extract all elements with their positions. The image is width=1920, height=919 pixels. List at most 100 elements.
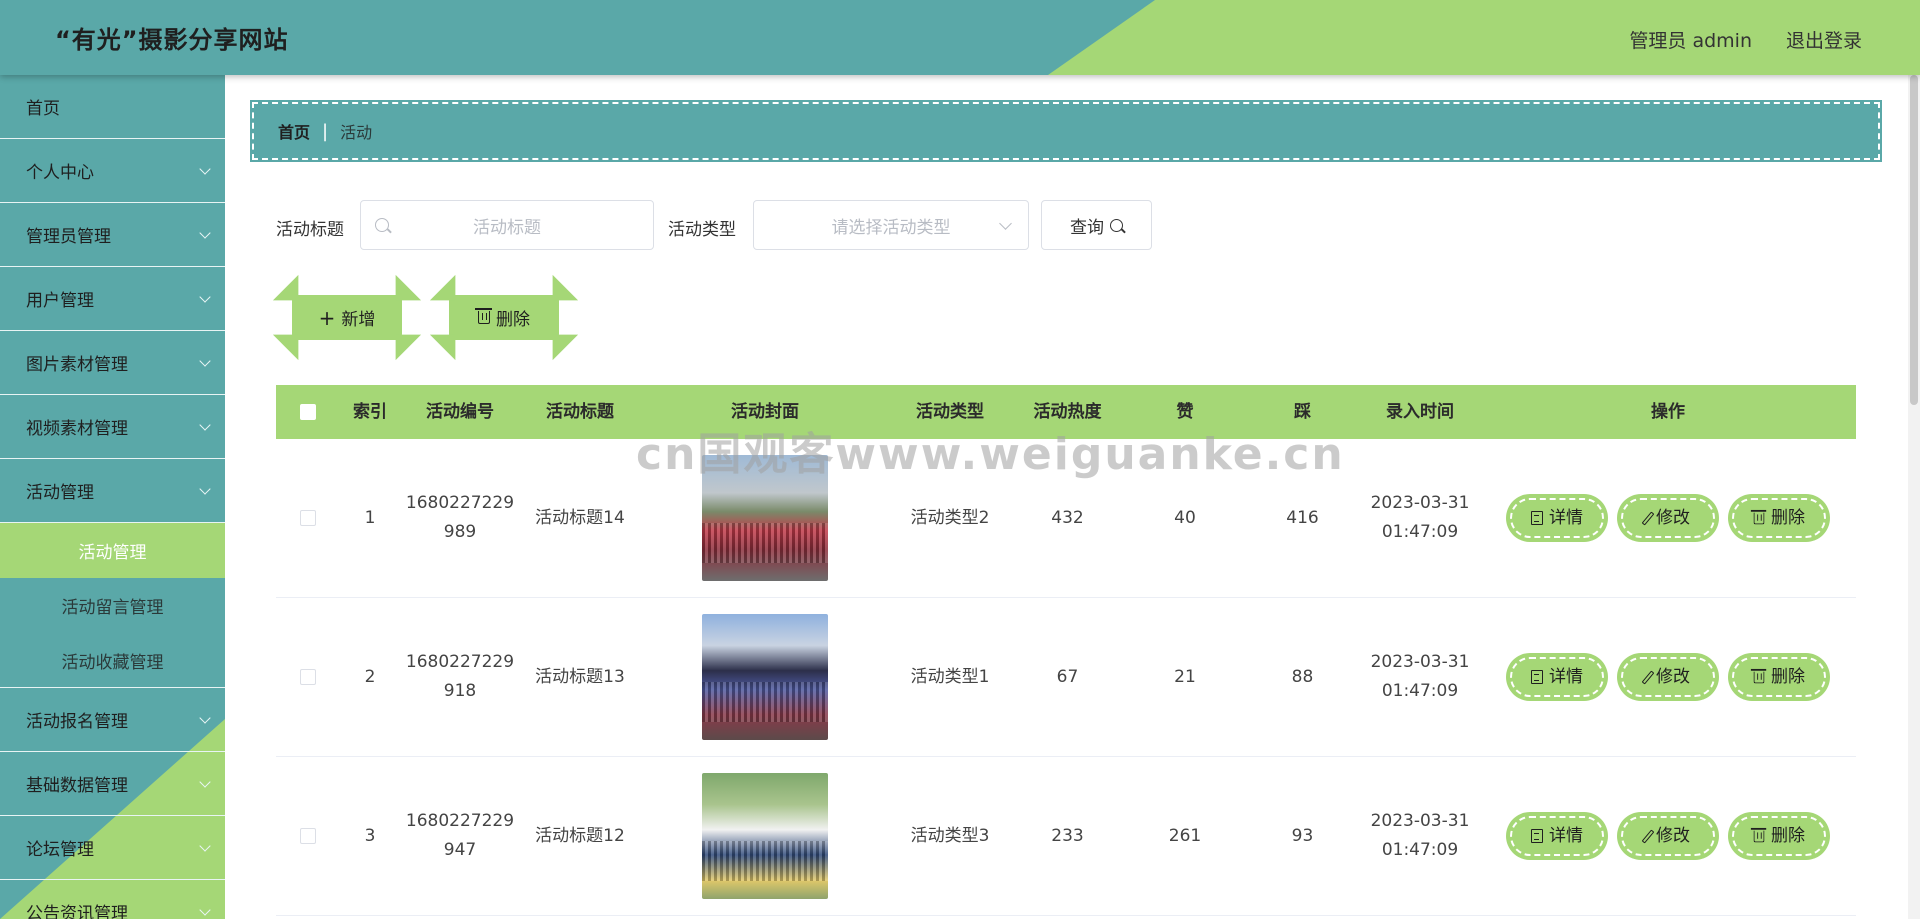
- breadcrumb-home[interactable]: 首页: [278, 119, 310, 143]
- type-select-placeholder: 请选择活动类型: [831, 217, 951, 238]
- sidebar-subitem-activity-messages[interactable]: 活动留言管理: [0, 578, 225, 633]
- title-search-input[interactable]: 活动标题: [360, 200, 654, 250]
- edit-button[interactable]: 修改: [1619, 814, 1717, 858]
- corner-decoration: [382, 274, 422, 314]
- plus-icon: +: [318, 305, 336, 330]
- sidebar-subitem-label: 活动管理: [78, 543, 147, 563]
- activity-hot: 67: [1056, 666, 1079, 687]
- sidebar-item-label: 活动管理: [26, 483, 94, 503]
- chevron-down-icon: [199, 163, 211, 175]
- delete-button[interactable]: 删除: [1730, 655, 1828, 699]
- column-header: 踩: [1294, 401, 1311, 422]
- activity-number: 1680227229 989: [400, 489, 520, 547]
- corner-decoration: [429, 321, 469, 361]
- sidebar-item-user-management[interactable]: 用户管理: [0, 267, 225, 331]
- activity-likes: 261: [1168, 825, 1202, 846]
- sidebar-item-label: 视频素材管理: [26, 419, 128, 439]
- type-select[interactable]: 请选择活动类型: [753, 200, 1029, 250]
- row-checkbox[interactable]: [300, 669, 316, 685]
- search-icon: [1110, 218, 1123, 232]
- scrollbar-thumb[interactable]: [1910, 75, 1918, 405]
- column-header: 活动类型: [916, 401, 984, 422]
- sidebar-item-activity-signup[interactable]: 活动报名管理: [0, 688, 225, 752]
- detail-label: 详情: [1549, 825, 1583, 846]
- sidebar-item-base-data[interactable]: 基础数据管理: [0, 752, 225, 816]
- sidebar-item-label: 图片素材管理: [26, 355, 128, 375]
- sidebar-item-activity-management[interactable]: 活动管理: [0, 459, 225, 523]
- entry-time: 2023-03-31 01:47:09: [1360, 648, 1480, 706]
- logout-link[interactable]: 退出登录: [1786, 26, 1862, 53]
- sidebar-item-admin-management[interactable]: 管理员管理: [0, 203, 225, 267]
- column-header: 活动编号: [426, 401, 494, 422]
- sidebar-item-label: 公告资讯管理: [26, 904, 128, 919]
- activity-type: 活动类型1: [910, 666, 990, 687]
- sidebar-item-label: 活动报名管理: [26, 712, 128, 732]
- sidebar-item-label: 基础数据管理: [26, 776, 128, 796]
- edit-button[interactable]: 修改: [1619, 496, 1717, 540]
- activity-number-line: 1680227229: [405, 493, 515, 514]
- corner-decoration: [539, 274, 579, 314]
- user-label: 管理员 admin: [1629, 30, 1752, 52]
- row-actions: 详情 修改 删除: [1480, 814, 1856, 858]
- entry-date: 2023-03-31: [1370, 652, 1470, 673]
- sidebar-item-personal-center[interactable]: 个人中心: [0, 139, 225, 203]
- activity-likes: 21: [1174, 666, 1196, 687]
- delete-label: 删除: [1771, 666, 1805, 687]
- query-button[interactable]: 查询: [1041, 200, 1152, 250]
- activity-likes: 40: [1174, 507, 1196, 528]
- sidebar-item-home[interactable]: 首页: [0, 75, 225, 139]
- sidebar-item-forum[interactable]: 论坛管理: [0, 816, 225, 880]
- detail-button[interactable]: 详情: [1508, 496, 1606, 540]
- activity-dislikes: 416: [1286, 507, 1319, 528]
- edit-label: 修改: [1656, 507, 1690, 528]
- entry-time: 2023-03-31 01:47:09: [1360, 489, 1480, 547]
- add-button[interactable]: + 新增: [272, 274, 422, 361]
- sidebar-item-announcements[interactable]: 公告资讯管理: [0, 880, 225, 919]
- sidebar-subitem-activity[interactable]: 活动管理: [0, 523, 225, 578]
- table-row: 3 1680227229 947 活动标题12 活动类型3 233 261 93…: [276, 757, 1856, 916]
- delete-button-label: 删除: [496, 310, 530, 330]
- breadcrumb-current: 活动: [340, 123, 373, 142]
- activity-number: 1680227229 918: [400, 648, 520, 706]
- delete-label: 删除: [1771, 507, 1805, 528]
- activity-title: 活动标题13: [535, 666, 625, 687]
- activity-number-line: 1680227229: [405, 652, 515, 673]
- table-header: 索引 活动编号 活动标题 活动封面 活动类型 活动热度 赞 踩 录入时间 操作: [276, 385, 1856, 439]
- activity-dislikes: 88: [1291, 666, 1314, 687]
- chevron-down-icon: [199, 840, 211, 852]
- sidebar: 首页 个人中心 管理员管理 用户管理 图片素材管理 视频素材管理 活动管理 活动…: [0, 75, 225, 919]
- column-header: 活动标题: [546, 401, 614, 422]
- entry-date: 2023-03-31: [1370, 493, 1470, 514]
- search-icon: [375, 218, 389, 232]
- trash-icon: [1750, 827, 1767, 842]
- row-actions: 详情 修改 删除: [1480, 655, 1856, 699]
- activity-number: 1680227229 947: [400, 807, 520, 865]
- row-checkbox[interactable]: [300, 828, 316, 844]
- column-header: 索引: [353, 401, 387, 422]
- add-button-label: 新增: [341, 310, 376, 330]
- sidebar-item-video-material[interactable]: 视频素材管理: [0, 395, 225, 459]
- document-icon: [1531, 829, 1543, 843]
- sidebar-item-image-material[interactable]: 图片素材管理: [0, 331, 225, 395]
- sidebar-subitem-activity-favorites[interactable]: 活动收藏管理: [0, 633, 225, 688]
- column-header: 赞: [1176, 401, 1194, 422]
- trash-icon: [1750, 668, 1767, 683]
- activity-title: 活动标题12: [535, 825, 625, 846]
- page-scrollbar[interactable]: [1908, 75, 1920, 919]
- delete-label: 删除: [1771, 825, 1805, 846]
- sidebar-item-label: 首页: [26, 99, 60, 119]
- query-button-label: 查询: [1070, 217, 1104, 238]
- row-checkbox[interactable]: [300, 510, 316, 526]
- detail-label: 详情: [1549, 666, 1583, 687]
- detail-button[interactable]: 详情: [1508, 655, 1606, 699]
- chevron-down-icon: [199, 419, 211, 431]
- edit-button[interactable]: 修改: [1619, 655, 1717, 699]
- corner-decoration: [272, 274, 312, 314]
- detail-button[interactable]: 详情: [1508, 814, 1606, 858]
- select-all-checkbox[interactable]: [300, 404, 316, 420]
- bulk-delete-button[interactable]: 删除: [429, 274, 579, 361]
- document-icon: [1531, 511, 1543, 525]
- chevron-down-icon: [199, 227, 211, 239]
- delete-button[interactable]: 删除: [1730, 496, 1828, 540]
- delete-button[interactable]: 删除: [1730, 814, 1828, 858]
